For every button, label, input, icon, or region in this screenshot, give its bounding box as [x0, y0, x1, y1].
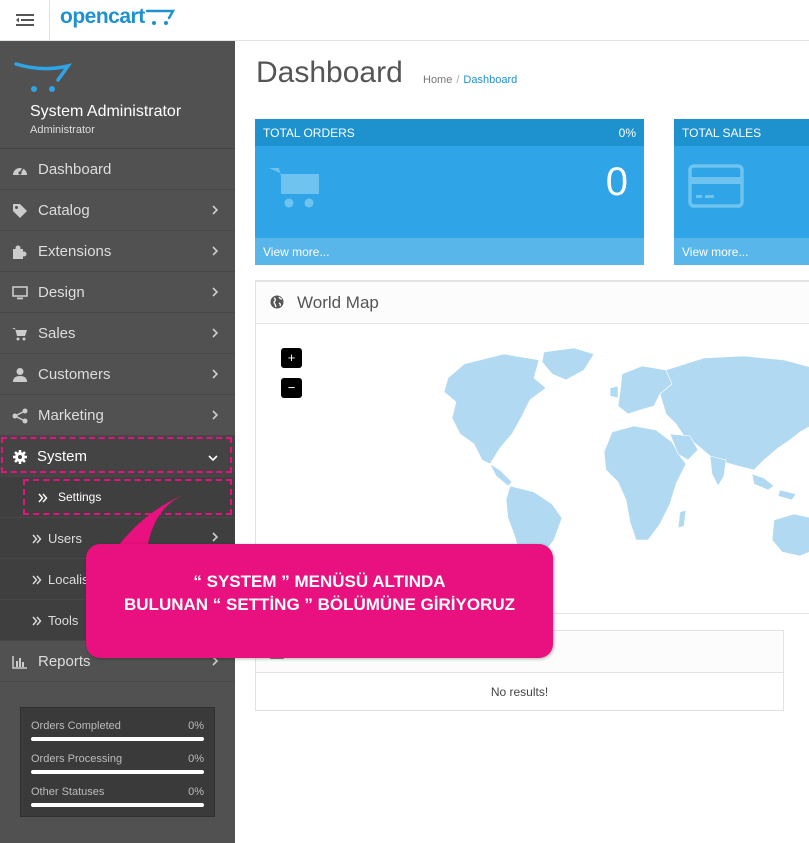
tile-title: TOTAL ORDERS	[263, 126, 355, 140]
stat-name: Other Statuses	[31, 786, 105, 798]
sidebar-item-catalog[interactable]: Catalog	[0, 190, 235, 231]
tile-total-sales: TOTAL SALES View more...	[674, 119, 809, 265]
sidebar-item-design[interactable]: Design	[0, 272, 235, 313]
sidebar-item-label: Extensions	[38, 243, 112, 260]
tile-body: 0	[255, 146, 644, 238]
tile-footer[interactable]: View more...	[674, 238, 809, 265]
sidebar-item-customers[interactable]: Customers	[0, 354, 235, 395]
callout-line-2: BULUNAN “ SETTİNG ” BÖLÜMÜNE GİRİYORUZ	[124, 595, 515, 614]
dashboard-icon	[12, 162, 28, 178]
tile-header: TOTAL ORDERS 0%	[255, 119, 644, 146]
double-chevron-right-icon	[32, 614, 42, 629]
stat-orders-processing: Orders Processing 0%	[31, 751, 204, 784]
sidebar-item-label: Sales	[38, 325, 76, 342]
double-chevron-right-icon	[32, 532, 42, 547]
panel-title: World Map	[297, 293, 379, 312]
progress-bar	[31, 737, 204, 741]
chevron-right-icon	[211, 285, 219, 302]
bar-chart-icon	[12, 654, 28, 670]
progress-bar	[31, 770, 204, 774]
double-chevron-right-icon	[32, 573, 42, 588]
stat-other-statuses: Other Statuses 0%	[31, 784, 204, 817]
sidebar-item-label: Design	[38, 284, 85, 301]
chevron-right-icon	[211, 326, 219, 343]
page-title: Dashboard	[256, 56, 403, 89]
chevron-right-icon	[211, 408, 219, 425]
stat-name: Orders Completed	[31, 720, 121, 732]
opencart-logo[interactable]: opencart	[60, 5, 175, 29]
user-icon	[12, 367, 28, 383]
sidebar-item-label: Marketing	[38, 407, 104, 424]
sidebar-item-label: Customers	[38, 366, 111, 383]
view-more-link[interactable]: View more...	[682, 245, 748, 259]
order-stats-box: Orders Completed 0% Orders Processing 0%…	[20, 707, 215, 817]
sidebar-item-dashboard[interactable]: Dashboard	[0, 149, 235, 190]
stat-percent: 0%	[188, 720, 204, 732]
profile: System Administrator Administrator	[0, 41, 235, 149]
zoom-out-button[interactable]: −	[281, 378, 302, 398]
logo-cart-icon	[145, 9, 175, 25]
sidebar-item-label: Reports	[38, 653, 91, 670]
cart-icon	[12, 326, 28, 342]
chevron-right-icon	[211, 367, 219, 384]
panel-header: World Map	[256, 282, 809, 324]
tile-header: TOTAL SALES	[674, 119, 809, 146]
sidebar-item-sales[interactable]: Sales	[0, 313, 235, 354]
menu-toggle-button[interactable]	[0, 0, 50, 40]
stat-percent: 0%	[188, 786, 204, 798]
breadcrumb-home[interactable]: Home	[423, 74, 452, 86]
credit-card-icon	[688, 164, 744, 208]
cart-icon	[269, 168, 319, 208]
zoom-in-button[interactable]: +	[281, 348, 302, 368]
share-icon	[12, 408, 28, 424]
breadcrumb-dashboard[interactable]: Dashboard	[463, 74, 517, 86]
tile-percent: 0%	[618, 126, 636, 140]
sidebar-item-extensions[interactable]: Extensions	[0, 231, 235, 272]
profile-name: System Administrator	[30, 103, 182, 120]
profile-logo-icon	[14, 62, 72, 92]
sidebar-item-marketing[interactable]: Marketing	[0, 395, 235, 436]
breadcrumb: Home / Dashboard	[423, 74, 517, 86]
sidebar-subitem-label: Users	[48, 531, 82, 546]
sidebar-subitem-label: Localis	[48, 572, 89, 587]
tile-value: 0	[605, 160, 628, 204]
monitor-icon	[12, 285, 28, 301]
stat-orders-completed: Orders Completed 0%	[31, 718, 204, 751]
stat-percent: 0%	[188, 753, 204, 765]
tags-icon	[12, 203, 28, 219]
puzzle-icon	[12, 244, 28, 260]
menu-toggle-icon	[15, 14, 34, 26]
view-more-link[interactable]: View more...	[263, 245, 329, 259]
tile-body	[674, 146, 809, 238]
globe-icon	[270, 295, 284, 309]
tile-footer[interactable]: View more...	[255, 238, 644, 265]
sidebar-subitem-label: Tools	[48, 613, 79, 628]
no-results-text: No results!	[490, 685, 549, 699]
system-highlight-box	[1, 437, 232, 473]
callout-annotation: “ SYSTEM ” MENÜSÜ ALTINDA BULUNAN “ SETT…	[86, 544, 553, 658]
callout-line-1: “ SYSTEM ” MENÜSÜ ALTINDA	[193, 572, 446, 591]
sidebar-item-label: Dashboard	[38, 161, 112, 178]
progress-bar	[31, 803, 204, 807]
chevron-right-icon	[211, 203, 219, 220]
profile-role: Administrator	[30, 124, 95, 136]
breadcrumb-separator: /	[456, 74, 460, 86]
logo-text: opencart	[60, 5, 145, 28]
stat-name: Orders Processing	[31, 753, 123, 765]
top-header: opencart	[0, 0, 809, 41]
tile-title: TOTAL SALES	[682, 126, 762, 140]
sidebar-item-label: Catalog	[38, 202, 90, 219]
chevron-right-icon	[211, 244, 219, 261]
tile-total-orders: TOTAL ORDERS 0% 0 View more...	[255, 119, 644, 265]
